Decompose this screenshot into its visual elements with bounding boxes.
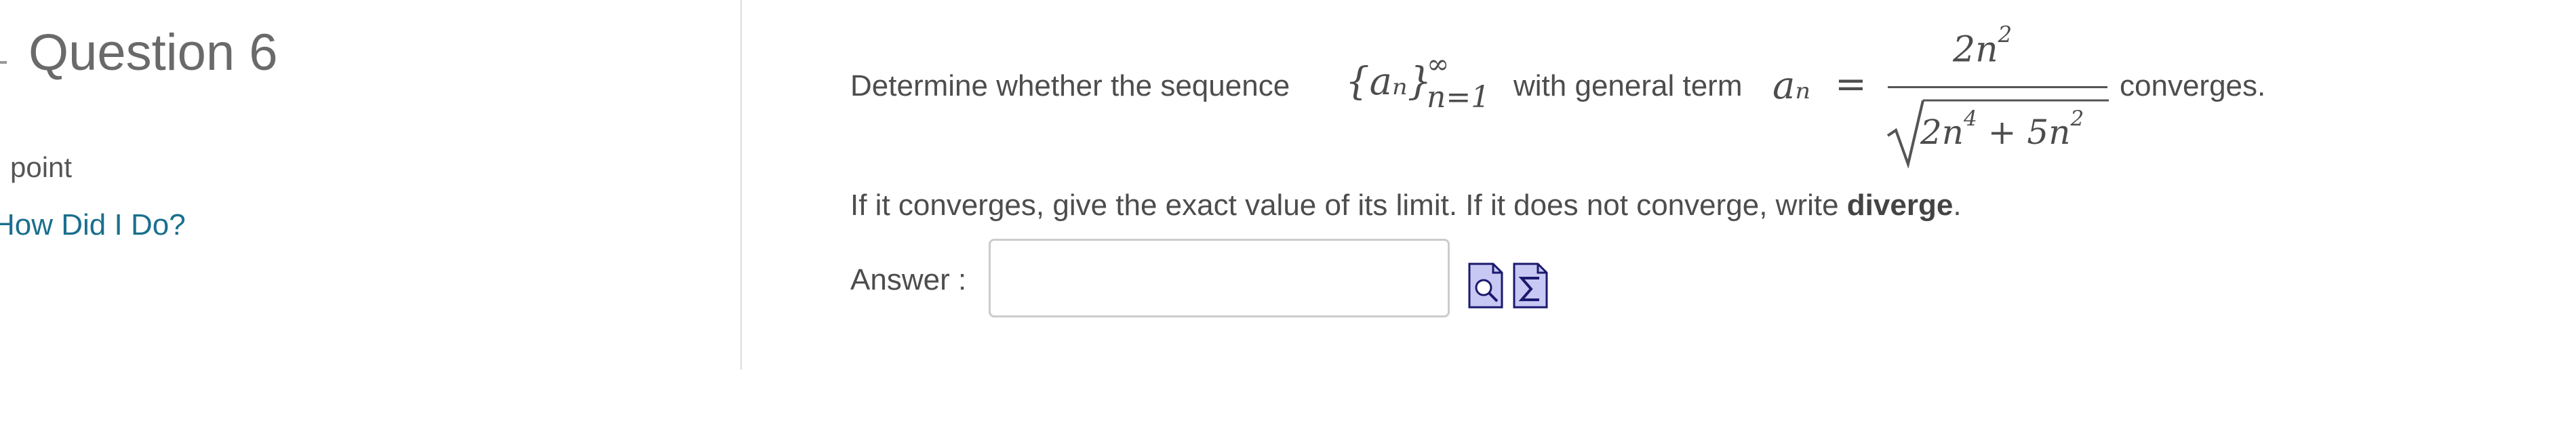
how-did-i-do-link[interactable]: How Did I Do? (0, 210, 186, 240)
square-root-overline (1924, 99, 2109, 102)
preview-icon (1468, 263, 1503, 309)
preview-button[interactable] (1467, 262, 1504, 309)
general-term-symbol: aₙ (1772, 64, 1811, 108)
problem-statement: Determine whether the sequence {aₙ} ∞ n=… (850, 0, 2478, 170)
fraction-denominator: 2n4 + 5n2 (1920, 106, 2084, 152)
diverge-keyword: diverge (1846, 189, 1954, 222)
question-sidebar: Question 6 point How Did I Do? (0, 0, 740, 370)
sequence-upper-limit: ∞ (1427, 49, 1450, 80)
problem-text-end: converges. (2120, 69, 2266, 102)
square-root-icon (1886, 99, 1926, 168)
fraction-bar (1888, 86, 2107, 88)
problem-text-intro: Determine whether the sequence (850, 69, 1290, 102)
problem-text-middle: with general term (1513, 69, 1743, 102)
question-points: point (10, 151, 73, 183)
equation-editor-icon (1513, 263, 1548, 309)
problem-instruction: If it converges, give the exact value of… (850, 189, 1962, 222)
question-title: Question 6 (28, 24, 278, 81)
answer-input[interactable] (989, 239, 1450, 317)
sequence-lower-limit: n=1 (1427, 80, 1490, 115)
fraction-numerator: 2n2 (1953, 22, 2013, 71)
equals-sign: = (1835, 62, 1867, 106)
answer-label: Answer : (850, 263, 967, 296)
question-marker (0, 61, 7, 64)
sidebar-divider (740, 0, 742, 370)
equation-editor-button[interactable] (1512, 262, 1549, 309)
sequence-term: {aₙ} (1345, 60, 1432, 104)
